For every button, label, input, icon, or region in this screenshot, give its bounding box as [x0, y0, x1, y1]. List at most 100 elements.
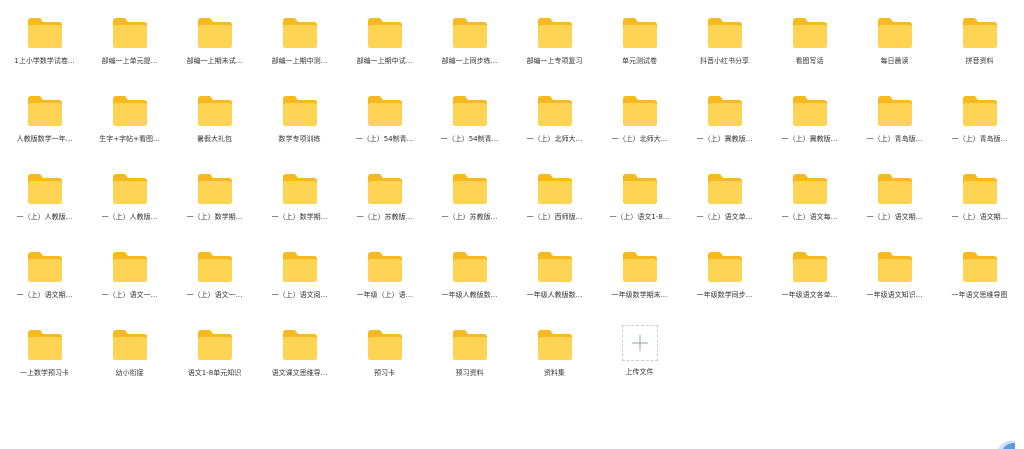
folder-label: 一（上）冀教版... — [696, 135, 753, 143]
folder-item[interactable]: 一（上）语文一... — [87, 234, 172, 312]
folder-item[interactable]: 部编一上单元提... — [87, 0, 172, 78]
folder-icon — [537, 252, 572, 282]
folder-label: 一（上）苏教版... — [441, 213, 498, 221]
folder-label: 一（上）青岛版... — [951, 135, 1008, 143]
folder-label: 1上小学数学试卷... — [14, 57, 75, 65]
folder-item[interactable]: 每日晨读 — [852, 0, 937, 78]
folder-icon — [877, 174, 912, 204]
folder-item[interactable]: 一（上）北师大... — [512, 78, 597, 156]
folder-label: 一年级人教版数... — [441, 291, 498, 299]
folder-label: 资料集 — [544, 369, 565, 377]
folder-item[interactable]: 拼音资料 — [937, 0, 1022, 78]
folder-icon — [197, 96, 232, 126]
folder-icon — [367, 174, 402, 204]
folder-label: 一（上）语文单... — [696, 213, 753, 221]
folder-label: 一年级语文各单... — [781, 291, 838, 299]
folder-item[interactable]: 一（上）北师大... — [597, 78, 682, 156]
folder-label: 一年语文思维导图 — [951, 291, 1008, 299]
folder-item[interactable]: 部编一上期中测... — [257, 0, 342, 78]
folder-icon — [112, 96, 147, 126]
folder-item[interactable]: 一（上）语文每... — [767, 156, 852, 234]
folder-item[interactable]: 部编一上专项复习 — [512, 0, 597, 78]
folder-item[interactable]: 一（上）数学期... — [257, 156, 342, 234]
folder-icon — [877, 18, 912, 48]
folder-item[interactable]: 一（上）冀教版... — [767, 78, 852, 156]
folder-icon — [792, 252, 827, 282]
folder-label: 一（上）语文每... — [781, 213, 838, 221]
folder-item[interactable]: 一上数学预习卡 — [2, 312, 87, 390]
folder-icon — [282, 252, 317, 282]
folder-label: 一（上）语文一... — [101, 291, 158, 299]
folder-item[interactable]: 一（上）人教版... — [87, 156, 172, 234]
folder-icon — [537, 174, 572, 204]
folder-icon — [962, 174, 997, 204]
folder-item[interactable]: 单元测试卷 — [597, 0, 682, 78]
folder-item[interactable]: 部编一上期末试... — [172, 0, 257, 78]
folder-icon — [367, 96, 402, 126]
folder-item[interactable]: 语文课文思维导... — [257, 312, 342, 390]
folder-label: 一（上）语文阅... — [271, 291, 328, 299]
folder-item[interactable]: 一（上）冀教版... — [682, 78, 767, 156]
folder-item[interactable]: 预习卡 — [342, 312, 427, 390]
folder-item[interactable]: 一（上）语文一... — [172, 234, 257, 312]
folder-item[interactable]: 一（上）数学期... — [172, 156, 257, 234]
folder-label: 看图写话 — [795, 57, 824, 65]
folder-item[interactable]: 一（上）54制青... — [427, 78, 512, 156]
folder-item[interactable]: 预习资料 — [427, 312, 512, 390]
upload-file-tile[interactable]: 上传文件 — [597, 312, 682, 390]
folder-item[interactable]: 部编一上期中试... — [342, 0, 427, 78]
folder-label: 语文课文思维导... — [271, 369, 328, 377]
folder-item[interactable]: 生字+字帖+看图... — [87, 78, 172, 156]
folder-item[interactable]: 一（上）青岛版... — [852, 78, 937, 156]
folder-item[interactable]: 人教版数学一年... — [2, 78, 87, 156]
folder-item[interactable]: 抖音小红书分享 — [682, 0, 767, 78]
folder-item[interactable]: 一（上）语文单... — [682, 156, 767, 234]
folder-icon — [367, 330, 402, 360]
folder-label: 一（上）语文1-8... — [609, 213, 670, 221]
folder-item[interactable]: 一（上）语文期... — [852, 156, 937, 234]
folder-label: 部编一上专项复习 — [526, 57, 583, 65]
folder-label: 一（上）数学期... — [186, 213, 243, 221]
folder-item[interactable]: 资料集 — [512, 312, 597, 390]
folder-item[interactable]: 一年语文思维导图 — [937, 234, 1022, 312]
folder-item[interactable]: 暑假大礼包 — [172, 78, 257, 156]
folder-item[interactable]: 一（上）青岛版... — [937, 78, 1022, 156]
folder-item[interactable]: 一年级数学期末... — [597, 234, 682, 312]
folder-icon — [707, 174, 742, 204]
app-logo-icon — [998, 440, 1015, 449]
folder-icon — [367, 18, 402, 48]
folder-item[interactable]: 一（上）语文期... — [937, 156, 1022, 234]
folder-item[interactable]: 一（上）苏教版... — [427, 156, 512, 234]
folder-item[interactable]: 幼小衔接 — [87, 312, 172, 390]
folder-item[interactable]: 语文1-8单元知识 — [172, 312, 257, 390]
folder-icon — [452, 252, 487, 282]
folder-icon — [537, 96, 572, 126]
folder-item[interactable]: 一年级语文知识... — [852, 234, 937, 312]
folder-icon — [962, 252, 997, 282]
folder-icon — [197, 18, 232, 48]
folder-icon — [452, 18, 487, 48]
folder-label: 预习资料 — [455, 369, 484, 377]
folder-item[interactable]: 一年级数学同步... — [682, 234, 767, 312]
folder-item[interactable]: 部编一上同步练... — [427, 0, 512, 78]
folder-item[interactable]: 数学专项训练 — [257, 78, 342, 156]
folder-item[interactable]: 一（上）语文阅... — [257, 234, 342, 312]
folder-item[interactable]: 看图写话 — [767, 0, 852, 78]
folder-item[interactable]: 一（上）西师版... — [512, 156, 597, 234]
folder-item[interactable]: 一年级人教版数... — [427, 234, 512, 312]
folder-icon — [792, 18, 827, 48]
folder-icon — [197, 252, 232, 282]
upload-box[interactable] — [621, 325, 658, 361]
folder-item[interactable]: 一年级语文各单... — [767, 234, 852, 312]
folder-item[interactable]: 一（上）54制青... — [342, 78, 427, 156]
folder-item[interactable]: 一（上）苏教版... — [342, 156, 427, 234]
folder-item[interactable]: 一（上）语文1-8... — [597, 156, 682, 234]
folder-item[interactable]: 一（上）人教版... — [2, 156, 87, 234]
folder-icon — [112, 252, 147, 282]
folder-icon — [282, 18, 317, 48]
folder-item[interactable]: 一年级人教版数... — [512, 234, 597, 312]
folder-item[interactable]: 1上小学数学试卷... — [2, 0, 87, 78]
folder-icon — [452, 174, 487, 204]
folder-item[interactable]: 一年级（上）语... — [342, 234, 427, 312]
folder-item[interactable]: 一（上）语文期... — [2, 234, 87, 312]
